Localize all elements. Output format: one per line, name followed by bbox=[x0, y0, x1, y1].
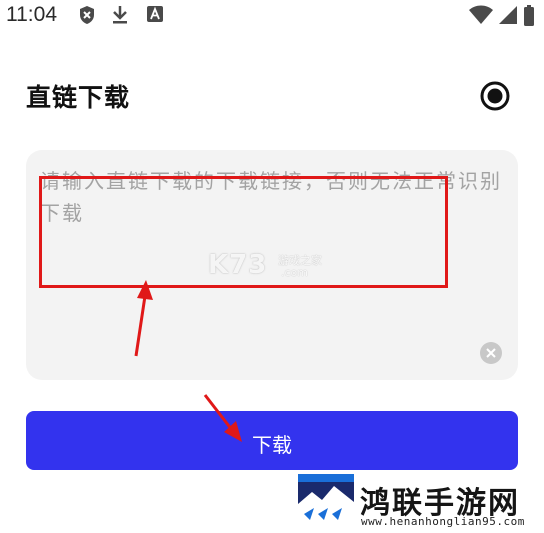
download-button[interactable]: 下载 bbox=[26, 411, 518, 470]
download-button-label: 下载 bbox=[252, 433, 292, 457]
site-logo-emblem-icon bbox=[298, 474, 354, 528]
record-icon bbox=[480, 81, 510, 111]
clear-input-button[interactable] bbox=[480, 342, 502, 364]
wifi-icon bbox=[468, 5, 494, 29]
shield-x-icon bbox=[78, 5, 96, 29]
status-time: 11:04 bbox=[6, 3, 57, 26]
close-icon bbox=[486, 348, 496, 358]
cellular-signal-icon bbox=[498, 5, 518, 29]
download-icon bbox=[111, 5, 129, 29]
annotation-highlight-box bbox=[39, 176, 448, 288]
page-title: 直链下载 bbox=[26, 83, 131, 112]
site-logo-url: www.henanhonglian95.com bbox=[361, 515, 525, 528]
translate-icon bbox=[146, 5, 164, 27]
battery-icon bbox=[523, 5, 535, 31]
record-button[interactable] bbox=[479, 80, 511, 112]
status-bar: 11:04 bbox=[0, 0, 544, 32]
